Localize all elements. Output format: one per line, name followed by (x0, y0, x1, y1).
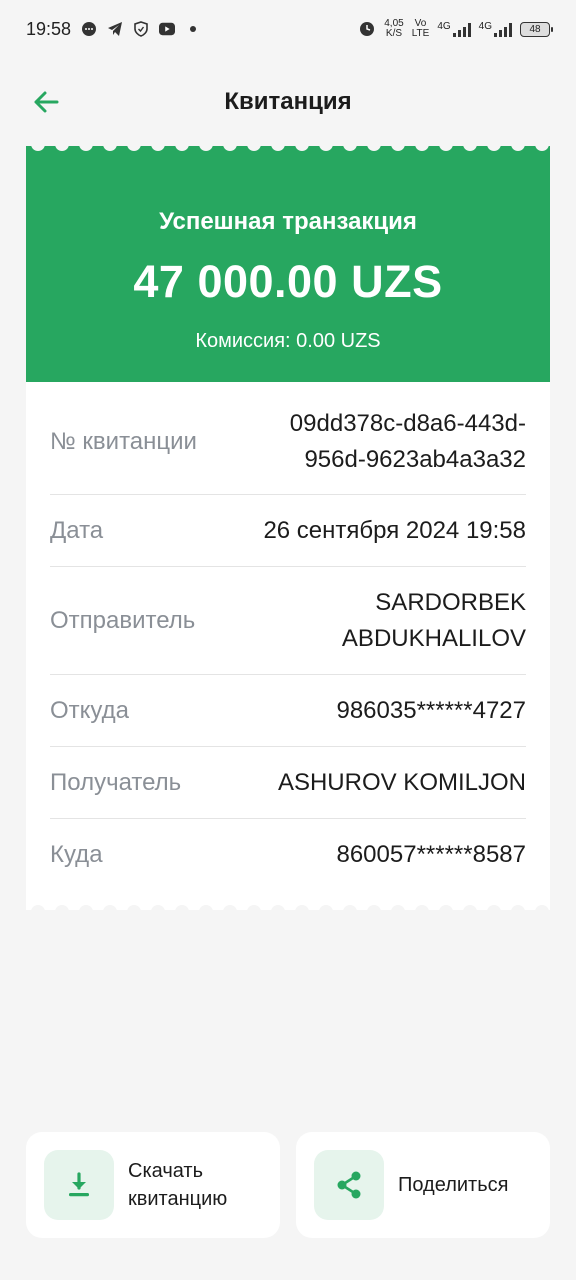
row-value: 860057******8587 (336, 840, 526, 868)
signal-1: 4G (437, 21, 471, 37)
app-header: Квитанция (0, 70, 576, 134)
row-value-line: ABDUKHALILOV (341, 624, 526, 652)
row-value[interactable]: 09dd378c-d8a6-443d- 956d-9623ab4a3a32 (290, 406, 526, 478)
share-label: Поделиться (398, 1174, 509, 1196)
back-button[interactable] (28, 84, 64, 120)
transaction-amount: 47 000.00 UZS (133, 256, 443, 307)
battery-icon: 48 (520, 21, 553, 37)
volte-indicator: Vo LTE (412, 19, 430, 39)
row-label: Получатель (50, 768, 182, 796)
receipt-row-date: Дата 26 сентября 2024 19:58 (50, 495, 526, 566)
download-icon (69, 1172, 89, 1197)
row-value-line: 956d-9623ab4a3a32 (304, 446, 526, 473)
download-label: Скачать квитанцию (128, 1157, 227, 1213)
row-label: Куда (50, 840, 103, 868)
shield-icon (133, 21, 149, 37)
alarm-icon (358, 19, 376, 40)
volte-bottom: LTE (411, 28, 430, 39)
status-left: 19:58 (26, 19, 201, 40)
signal-1-label: 4G (437, 21, 451, 32)
row-label: Откуда (50, 696, 129, 724)
receipt-row-to: Куда 860057******8587 (50, 819, 526, 890)
row-value-line: 09dd378c-d8a6-443d- (289, 410, 526, 437)
receipt-details: № квитанции 09dd378c-d8a6-443d- 956d-962… (26, 382, 550, 912)
arrow-left-icon (34, 91, 59, 113)
row-value: SARDORBEK ABDUKHALILOV (342, 585, 526, 657)
chat-icon (81, 21, 97, 37)
receipt-row-sender: Отправитель SARDORBEK ABDUKHALILOV (50, 567, 526, 674)
signal-2: 4G (479, 21, 512, 37)
page-title: Квитанция (224, 88, 352, 115)
row-value: 26 сентября 2024 19:58 (263, 516, 526, 544)
net-speed: 4,05 K/S (384, 19, 403, 39)
download-icon-box (44, 1150, 114, 1220)
row-label: Отправитель (50, 606, 196, 634)
receipt-card: Успешная транзакция 47 000.00 UZS Комисс… (26, 144, 550, 912)
receipt-row-number: № квитанции 09dd378c-d8a6-443d- 956d-962… (50, 404, 526, 480)
status-bar: 19:58 4,05 K/S Vo LTE 4G 4G 48 (0, 0, 576, 58)
telegram-icon (107, 21, 123, 37)
row-value: 986035******4727 (336, 696, 526, 724)
share-button[interactable]: Поделиться (296, 1132, 550, 1238)
signal-bars-icon (452, 21, 471, 37)
download-receipt-button[interactable]: Скачать квитанцию (26, 1132, 280, 1238)
status-time: 19:58 (26, 18, 72, 39)
youtube-icon (159, 21, 176, 37)
signal-2-label: 4G (478, 21, 492, 32)
status-right: 4,05 K/S Vo LTE 4G 4G 48 (358, 19, 553, 40)
share-icon (337, 1171, 361, 1199)
receipt-summary: Успешная транзакция 47 000.00 UZS Комисс… (26, 144, 550, 382)
share-icon-box (314, 1150, 384, 1220)
signal-bars-icon (494, 21, 512, 37)
row-label: Дата (50, 516, 104, 544)
transaction-status: Успешная транзакция (159, 208, 417, 235)
net-speed-unit: K/S (385, 28, 403, 39)
row-label: № квитанции (50, 428, 197, 455)
scallop-edge-bottom (31, 905, 549, 912)
battery-level: 48 (529, 23, 541, 35)
row-value-line: SARDORBEK (375, 588, 526, 616)
transaction-commission: Комиссия: 0.00 UZS (195, 330, 381, 352)
row-value: ASHUROV KOMILJON (277, 768, 526, 796)
dot-icon (185, 21, 201, 37)
download-label-line: квитанцию (128, 1188, 228, 1210)
scallop-edge-top (31, 144, 549, 151)
download-label-line: Скачать (128, 1160, 203, 1182)
receipt-row-from: Откуда 986035******4727 (50, 675, 526, 746)
receipt-row-recipient: Получатель ASHUROV KOMILJON (50, 747, 526, 818)
